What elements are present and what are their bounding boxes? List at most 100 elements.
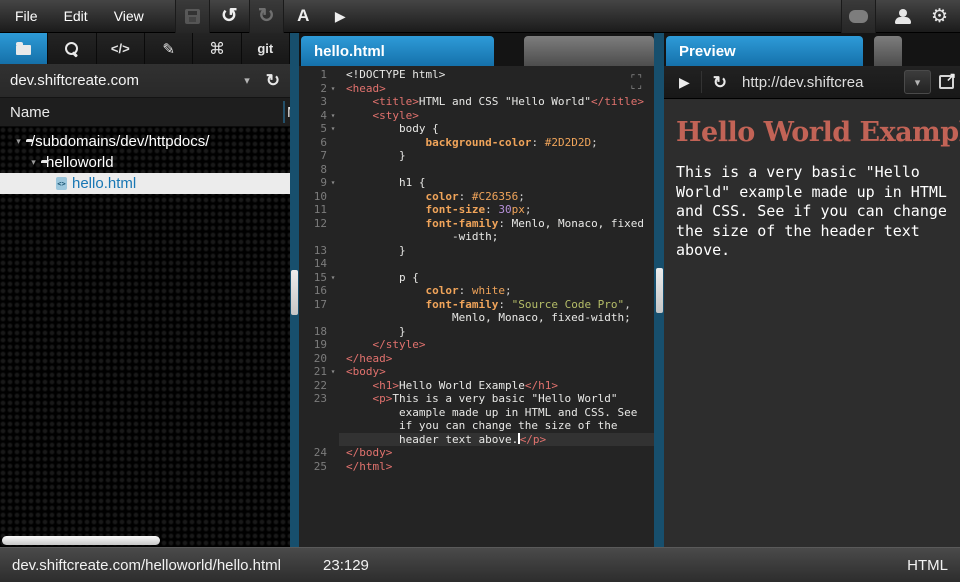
code-line[interactable]: 15▾ p { [299,271,654,285]
refresh-tree-button[interactable]: ↻ [266,72,280,89]
code-line[interactable]: 18 } [299,325,654,339]
fold-marker[interactable]: ▾ [327,365,339,379]
fold-marker[interactable]: ▾ [327,271,339,285]
line-number[interactable] [299,406,327,420]
chat-button[interactable] [841,0,876,33]
line-number[interactable]: 21 [299,365,327,379]
code-line[interactable]: example made up in HTML and CSS. See [299,406,654,420]
tree-item--subdomains-dev-httpdocs-[interactable]: ▾/subdomains/dev/httpdocs/ [0,131,290,152]
line-number[interactable]: 6 [299,136,327,150]
code-line[interactable]: 3 <title>HTML and CSS "Hello World"</tit… [299,95,654,109]
code-line[interactable]: 20</head> [299,352,654,366]
sidebar-tab-snippets[interactable]: ⌘ [193,33,241,64]
line-number[interactable]: 19 [299,338,327,352]
code-area[interactable]: ⌜⌝ ⌞⌟ 1<!DOCTYPE html>2▾<head>3 <title>H… [299,66,654,547]
column-divider[interactable] [283,101,285,123]
open-external-button[interactable] [939,75,954,89]
line-number[interactable]: 18 [299,325,327,339]
redo-button[interactable]: ↻ [249,0,284,33]
run-button[interactable]: ▶ [323,0,358,33]
code-line[interactable]: 2▾<head> [299,82,654,96]
code-line[interactable]: 23 <p>This is a very basic "Hello World" [299,392,654,406]
tree-item-helloworld[interactable]: ▾helloworld [0,152,290,173]
sidebar-tab-code[interactable]: </> [97,33,145,64]
line-number[interactable]: 15 [299,271,327,285]
code-line[interactable]: 19 </style> [299,338,654,352]
editor-tab-hello-html[interactable]: hello.html [301,36,494,66]
line-number[interactable]: 5 [299,122,327,136]
sidebar-tab-files[interactable] [0,33,48,64]
code-line[interactable]: 13 } [299,244,654,258]
code-line[interactable]: header text above.</p> [299,433,654,447]
menu-view[interactable]: View [101,0,157,32]
preview-url-field[interactable]: http://dev.shiftcrea [742,74,904,91]
line-number[interactable]: 1 [299,68,327,82]
line-number[interactable]: 10 [299,190,327,204]
line-number[interactable]: 8 [299,163,327,177]
sidebar-tab-search[interactable] [48,33,96,64]
code-line[interactable]: Menlo, Monaco, fixed-width; [299,311,654,325]
expander-icon[interactable]: ▾ [26,157,41,168]
code-line[interactable]: 1<!DOCTYPE html> [299,68,654,82]
line-number[interactable]: 22 [299,379,327,393]
line-number[interactable]: 17 [299,298,327,312]
preview-refresh-button[interactable]: ↻ [704,66,736,98]
code-line[interactable]: 8 [299,163,654,177]
fold-marker[interactable]: ▾ [327,82,339,96]
line-number[interactable]: 16 [299,284,327,298]
font-button[interactable]: A [286,0,321,33]
line-number[interactable]: 3 [299,95,327,109]
code-line[interactable]: if you can change the size of the [299,419,654,433]
code-line[interactable]: 9▾ h1 { [299,176,654,190]
preview-tab[interactable]: Preview [666,36,863,66]
code-line[interactable]: 14 [299,257,654,271]
code-line[interactable]: 12 font-family: Menlo, Monaco, fixed [299,217,654,231]
line-number[interactable] [299,311,327,325]
sidebar-tab-git[interactable]: git [242,33,290,64]
url-dropdown-button[interactable]: ▾ [904,70,931,94]
save-button[interactable] [175,0,210,33]
code-line[interactable]: 4▾ <style> [299,109,654,123]
line-number[interactable]: 14 [299,257,327,271]
line-number[interactable]: 4 [299,109,327,123]
account-button[interactable] [885,0,920,33]
code-line[interactable]: 6 background-color: #2D2D2D; [299,136,654,150]
fold-marker[interactable]: ▾ [327,109,339,123]
line-number[interactable] [299,230,327,244]
code-line[interactable]: 7 } [299,149,654,163]
line-number[interactable] [299,433,327,447]
undo-button[interactable]: ↺ [212,0,247,33]
code-line[interactable]: 17 font-family: "Source Code Pro", [299,298,654,312]
settings-button[interactable]: ⚙ [922,0,957,33]
splitter-handle[interactable] [656,268,663,313]
fullscreen-button[interactable]: ⌜⌝ ⌞⌟ [631,77,644,89]
fold-marker[interactable]: ▾ [327,176,339,190]
line-number[interactable]: 13 [299,244,327,258]
line-number[interactable] [299,419,327,433]
menu-edit[interactable]: Edit [51,0,101,32]
line-number[interactable]: 20 [299,352,327,366]
code-line[interactable]: 5▾ body { [299,122,654,136]
fold-marker[interactable]: ▾ [327,122,339,136]
tree-horizontal-scrollbar[interactable] [2,536,160,545]
code-line[interactable]: 24</body> [299,446,654,460]
line-number[interactable]: 7 [299,149,327,163]
code-line[interactable]: -width; [299,230,654,244]
sidebar-splitter[interactable] [290,33,299,547]
status-language-mode[interactable]: HTML [907,557,948,574]
code-line[interactable]: 22 <h1>Hello World Example</h1> [299,379,654,393]
sidebar-tab-edit[interactable]: ✎ [145,33,193,64]
site-selector[interactable]: dev.shiftcreate.com ▾ ↻ [0,64,290,98]
preview-splitter[interactable] [654,33,664,547]
menu-file[interactable]: File [0,0,51,32]
code-line[interactable]: 16 color: white; [299,284,654,298]
expander-icon[interactable]: ▾ [11,136,26,147]
code-line[interactable]: 21▾<body> [299,365,654,379]
line-number[interactable]: 24 [299,446,327,460]
line-number[interactable]: 25 [299,460,327,474]
line-number[interactable]: 9 [299,176,327,190]
splitter-handle[interactable] [291,270,298,315]
preview-run-button[interactable]: ▶ [670,66,699,98]
code-line[interactable]: 25</html> [299,460,654,474]
line-number[interactable]: 12 [299,217,327,231]
